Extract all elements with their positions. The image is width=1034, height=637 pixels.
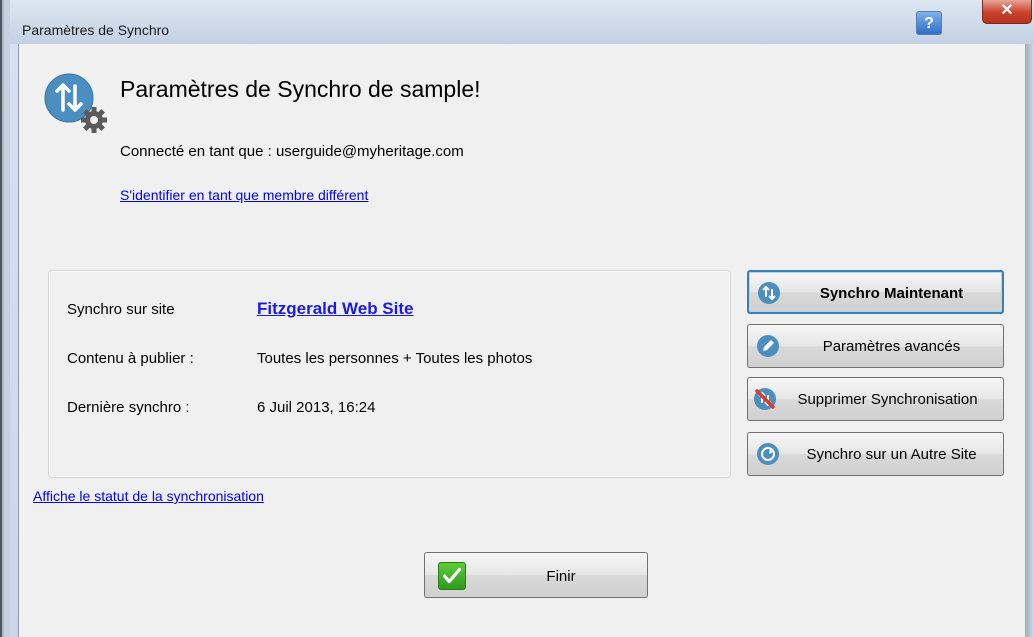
last-sync-value: 6 Juil 2013, 16:24	[257, 399, 376, 416]
advanced-settings-label: Paramètres avancés	[822, 338, 961, 355]
sync-info-panel: Synchro sur site Fitzgerald Web Site Con…	[48, 270, 731, 478]
close-button[interactable]: ✕	[982, 0, 1032, 24]
delete-sync-button[interactable]: Supprimer Synchronisation	[747, 377, 1004, 421]
last-sync-label: Dernière synchro :	[67, 399, 190, 416]
delete-sync-label: Supprimer Synchronisation	[797, 391, 978, 408]
checkmark-icon	[438, 562, 466, 590]
content-value: Toutes les personnes + Toutes les photos	[257, 350, 533, 367]
help-button[interactable]: ?	[916, 11, 942, 35]
page-title: Paramètres de Synchro de sample!	[120, 76, 481, 102]
globe-icon	[757, 443, 779, 465]
sync-settings-icon	[44, 73, 107, 133]
pencil-icon	[757, 335, 779, 357]
sync-status-link[interactable]: Affiche le statut de la synchronisation	[33, 488, 264, 504]
site-link[interactable]: Fitzgerald Web Site	[257, 299, 414, 319]
title-bar[interactable]: Paramètres de Synchro ? ✕	[10, 0, 1034, 44]
window-edge-right	[1024, 44, 1034, 637]
close-icon: ✕	[1000, 2, 1014, 19]
sync-other-site-button[interactable]: Synchro sur un Autre Site	[747, 432, 1004, 476]
finish-label: Finir	[546, 568, 576, 585]
dialog-body: Paramètres de Synchro de sample! Connect…	[18, 44, 1025, 637]
sync-now-label: Synchro Maintenant	[819, 285, 964, 302]
sync-now-button[interactable]: Synchro Maintenant	[747, 270, 1004, 314]
site-label: Synchro sur site	[67, 301, 175, 318]
help-icon: ?	[924, 15, 934, 32]
advanced-settings-button[interactable]: Paramètres avancés	[747, 324, 1004, 368]
sync-now-icon	[758, 282, 780, 304]
sync-other-site-label: Synchro sur un Autre Site	[806, 446, 977, 463]
content-label: Contenu à publier :	[67, 350, 194, 367]
window-title: Paramètres de Synchro	[22, 22, 170, 38]
window-edge	[0, 0, 10, 637]
finish-button[interactable]: Finir	[424, 552, 648, 598]
switch-member-link[interactable]: S'identifier en tant que membre différen…	[120, 187, 368, 203]
connected-as-text: Connecté en tant que : userguide@myherit…	[120, 143, 464, 160]
